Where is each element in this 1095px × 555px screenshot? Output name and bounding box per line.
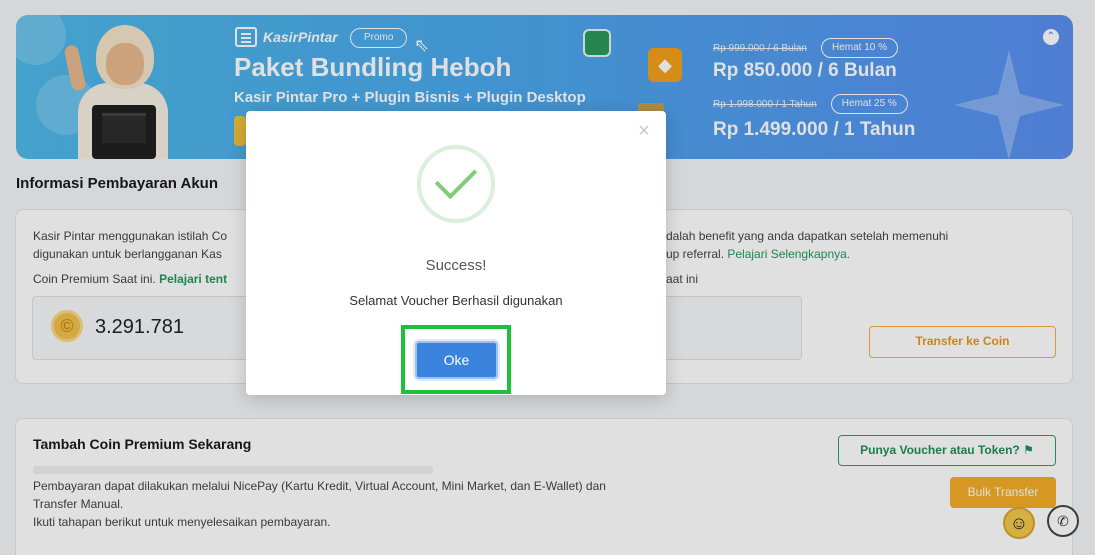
close-icon[interactable]: × [634, 121, 654, 141]
ok-button[interactable]: Oke [415, 341, 498, 379]
dialog-message: Selamat Voucher Berhasil digunakan [349, 293, 563, 308]
check-circle-icon [417, 145, 495, 223]
dialog-title: Success! [425, 257, 487, 274]
success-dialog: × Success! Selamat Voucher Berhasil digu… [246, 111, 666, 395]
